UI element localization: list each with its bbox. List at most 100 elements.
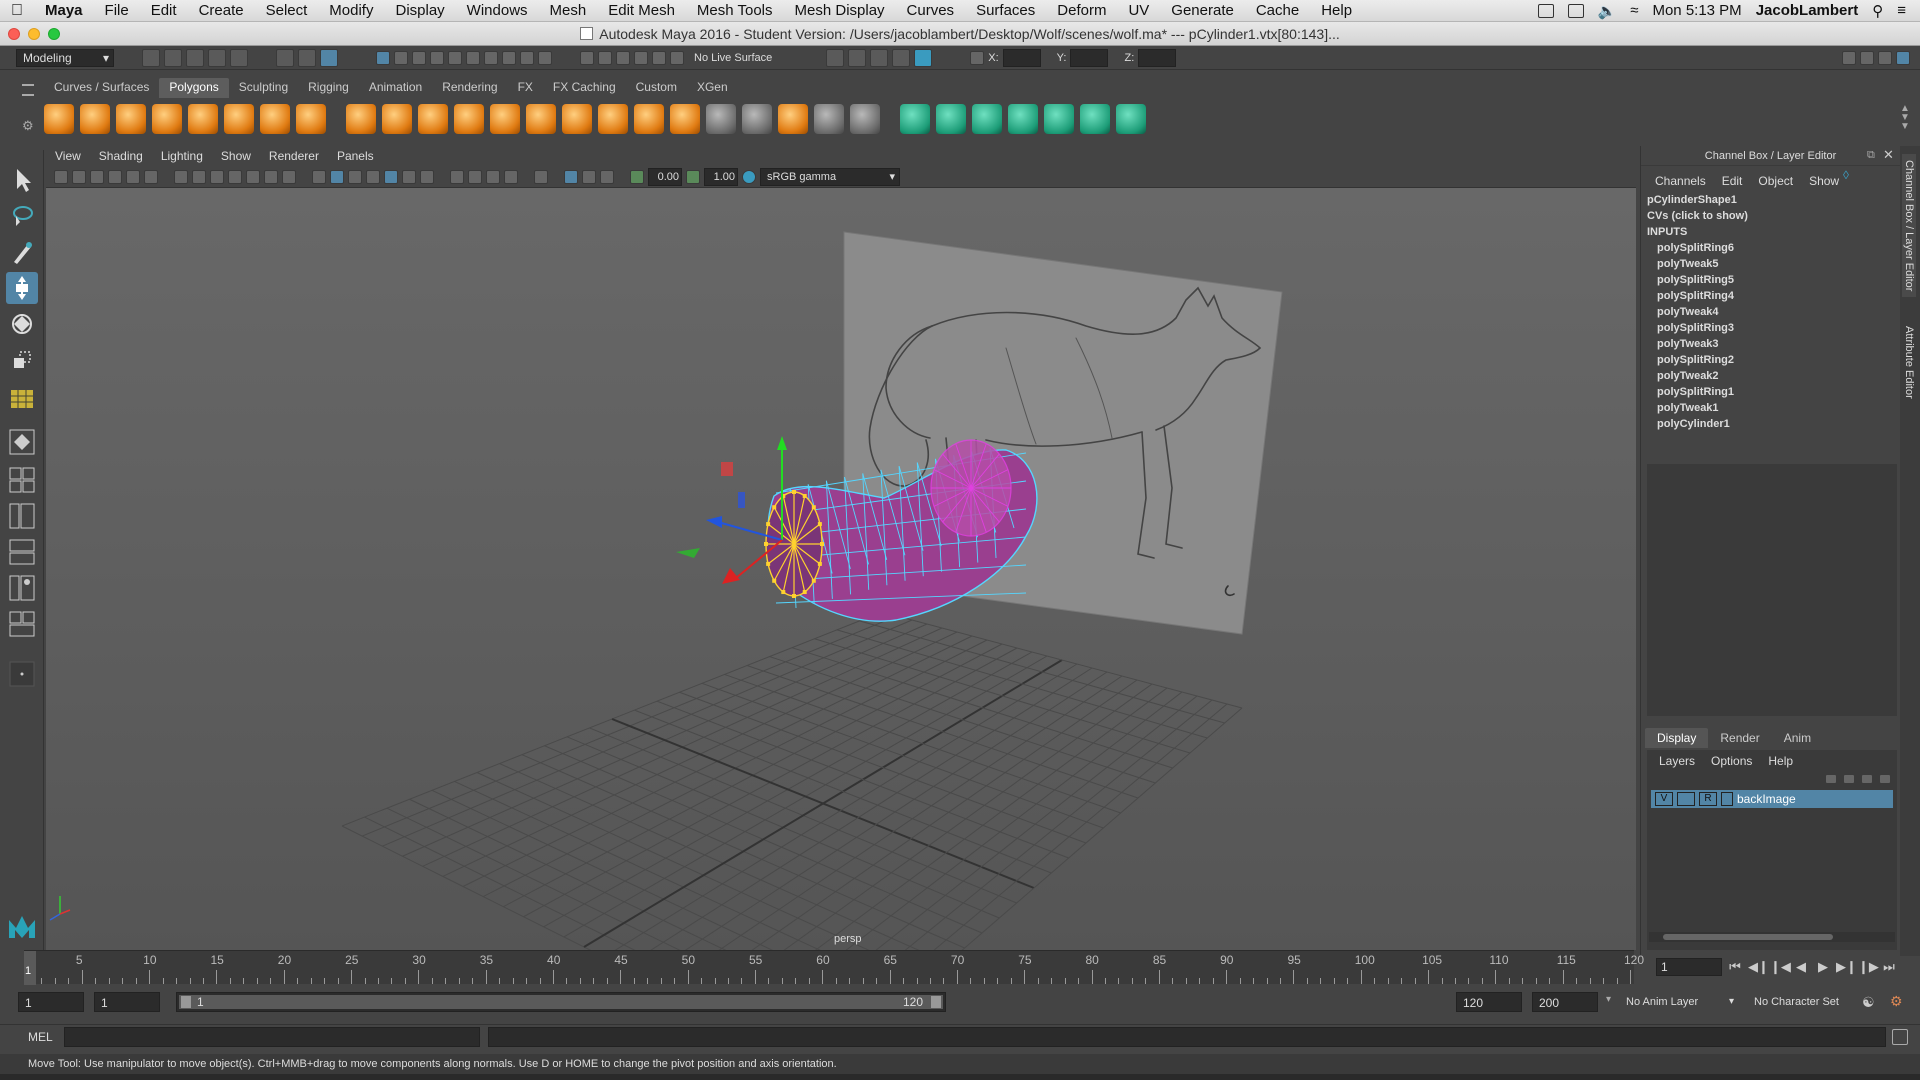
move-tool-icon[interactable] — [6, 272, 38, 304]
camera-select-icon[interactable] — [54, 169, 68, 184]
playback-end-field[interactable]: 120 — [1456, 992, 1522, 1012]
save-scene-icon[interactable] — [186, 48, 204, 67]
character-set-dropdown[interactable]: No Character Set — [1748, 992, 1860, 1012]
shape-node[interactable]: pCylinderShape1 — [1641, 192, 1900, 208]
range-right-grip[interactable] — [931, 996, 941, 1008]
input-node[interactable]: polySplitRing6 — [1641, 240, 1900, 256]
script-language-label[interactable]: MEL — [28, 1030, 53, 1044]
menu-mesh-tools[interactable]: Mesh Tools — [686, 2, 784, 19]
app-menu[interactable]: Maya — [34, 2, 94, 19]
menu-modify[interactable]: Modify — [318, 2, 384, 19]
input-node[interactable]: polySplitRing5 — [1641, 272, 1900, 288]
x-field[interactable] — [1002, 48, 1041, 67]
range-left-grip[interactable] — [181, 996, 191, 1008]
uv-automatic-icon[interactable] — [1008, 104, 1038, 134]
wireframe-icon[interactable] — [312, 169, 326, 184]
input-node[interactable]: polyCylinder1 — [1641, 416, 1900, 432]
input-node[interactable]: polyTweak2 — [1641, 368, 1900, 384]
xray-icon[interactable] — [384, 169, 398, 184]
field-chart-icon[interactable] — [246, 169, 260, 184]
2d-pan-zoom-icon[interactable] — [126, 169, 140, 184]
zoom-window-button[interactable] — [48, 28, 60, 40]
separate-icon[interactable] — [382, 104, 412, 134]
current-frame-field[interactable]: 1 — [1656, 958, 1722, 976]
layer-display-type-toggle[interactable]: R — [1699, 792, 1717, 806]
vp-menu-show[interactable]: Show — [212, 149, 260, 163]
menu-mesh-display[interactable]: Mesh Display — [784, 2, 896, 19]
image-plane-icon[interactable] — [108, 169, 122, 184]
extrude-icon[interactable] — [490, 104, 520, 134]
wifi-icon[interactable]: ≈ — [1630, 2, 1638, 19]
input-node[interactable]: polySplitRing2 — [1641, 352, 1900, 368]
safe-action-icon[interactable] — [264, 169, 278, 184]
transform-mode-icon[interactable] — [970, 50, 985, 65]
lock-selection-icon[interactable] — [520, 50, 534, 65]
paint-select-tool-icon[interactable] — [6, 236, 38, 268]
poly-cone-icon[interactable] — [152, 104, 182, 134]
perspective-viewport[interactable]: persp — [46, 188, 1636, 950]
scale-tool-icon[interactable] — [6, 344, 38, 376]
multi-cut-icon[interactable] — [562, 104, 592, 134]
wireframe-on-shaded-icon[interactable] — [366, 169, 380, 184]
poly-sphere-icon[interactable] — [44, 104, 74, 134]
menu-edit-mesh[interactable]: Edit Mesh — [597, 2, 686, 19]
insert-edge-loop-icon[interactable] — [598, 104, 628, 134]
bevel-icon[interactable] — [634, 104, 664, 134]
input-node[interactable]: polyTweak5 — [1641, 256, 1900, 272]
persp-graph-layout-icon[interactable] — [6, 536, 38, 568]
resolution-gate-icon[interactable] — [210, 169, 224, 184]
uv-editor-icon[interactable] — [1044, 104, 1074, 134]
menu-uv[interactable]: UV — [1117, 2, 1160, 19]
float-panel-icon[interactable]: ⧉ — [1867, 149, 1875, 162]
uv-planar-icon[interactable] — [900, 104, 930, 134]
tab-animation[interactable]: Animation — [359, 78, 432, 98]
highlight-selection-icon[interactable] — [538, 50, 552, 65]
tab-render-layers[interactable]: Render — [1708, 728, 1771, 748]
range-slider-handle[interactable] — [179, 995, 943, 1009]
vp-menu-lighting[interactable]: Lighting — [152, 149, 212, 163]
channel-box-icon[interactable]: ◊ — [1843, 168, 1849, 182]
shadows-icon[interactable] — [450, 169, 464, 184]
select-hierarchy-icon[interactable] — [276, 48, 294, 67]
use-default-material-icon[interactable] — [348, 169, 362, 184]
view-transform-dropdown[interactable]: sRGB gamma ▾ — [760, 167, 900, 186]
uv-cylindrical-icon[interactable] — [936, 104, 966, 134]
side-tab-channel-box[interactable]: Channel Box / Layer Editor — [1902, 154, 1916, 298]
layer-menu-help[interactable]: Help — [1760, 754, 1801, 768]
fill-hole-icon[interactable] — [670, 104, 700, 134]
tab-curves-surfaces[interactable]: Curves / Surfaces — [44, 78, 159, 98]
tab-custom[interactable]: Custom — [626, 78, 687, 98]
combine-icon[interactable] — [346, 104, 376, 134]
hypershade-icon[interactable] — [914, 48, 933, 67]
anim-layer-dropdown[interactable]: No Anim Layer ▾ — [1620, 992, 1734, 1012]
z-field[interactable] — [1138, 48, 1177, 67]
input-node[interactable]: polySplitRing4 — [1641, 288, 1900, 304]
scene-start-field[interactable]: 1 — [18, 992, 84, 1012]
gate-mask-icon[interactable] — [228, 169, 242, 184]
step-back-key-icon[interactable]: ❙◀ — [1770, 960, 1791, 974]
input-node[interactable]: polySplitRing1 — [1641, 384, 1900, 400]
move-layer-down-icon[interactable] — [1843, 774, 1855, 784]
gamma-icon[interactable] — [686, 169, 700, 184]
menu-surfaces[interactable]: Surfaces — [965, 2, 1046, 19]
menu-edit[interactable]: Edit — [140, 2, 188, 19]
undo-icon[interactable] — [208, 48, 226, 67]
frame-all-icon[interactable] — [582, 169, 596, 184]
snap-magnet-icon[interactable] — [670, 50, 684, 65]
cvs-toggle[interactable]: CVs (click to show) — [1641, 208, 1900, 224]
apple-icon[interactable]:  — [0, 2, 34, 20]
anti-aliasing-icon[interactable] — [504, 169, 518, 184]
vp-menu-panels[interactable]: Panels — [328, 149, 383, 163]
input-node[interactable]: polyTweak1 — [1641, 400, 1900, 416]
menu-file[interactable]: File — [94, 2, 140, 19]
clock[interactable]: Mon 5:13 PM — [1652, 2, 1741, 19]
snap-grid-icon[interactable] — [580, 50, 594, 65]
xray-active-components-icon[interactable] — [564, 169, 578, 184]
tab-sculpting[interactable]: Sculpting — [229, 78, 298, 98]
outliner-layout-icon[interactable] — [6, 572, 38, 604]
y-field[interactable] — [1070, 48, 1109, 67]
poke-icon[interactable] — [778, 104, 808, 134]
render-settings-icon[interactable] — [826, 48, 845, 67]
play-forwards-icon[interactable]: ▶ — [1814, 960, 1832, 974]
smooth-shade-icon[interactable] — [330, 169, 344, 184]
